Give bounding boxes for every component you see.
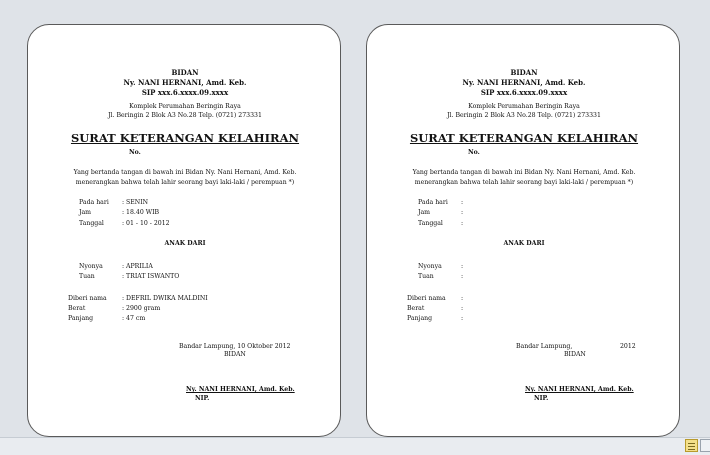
header-role: BIDAN [171, 68, 199, 77]
header-address2: Jl. Beringin 2 Blok A3 No.28 Telp. (0721… [108, 112, 262, 119]
header-address1: Komplek Perumahan Beringin Raya [129, 103, 241, 110]
blank-tuan: : [461, 273, 464, 280]
anak-dari-heading: ANAK DARI [503, 240, 545, 247]
document-page-filled: BIDAN Ny. NANI HERNANI, Amd. Keb. SIP xx… [27, 24, 341, 437]
document-number-label: No. [468, 149, 480, 156]
place-date: Bandar Lampung, 10 Oktober 2012 [179, 343, 291, 350]
value-panjang: : 47 cm [122, 315, 146, 322]
label-pada-hari: Pada hari [418, 199, 448, 206]
value-tanggal: : 01 - 10 - 2012 [122, 220, 170, 227]
value-nyonya: : APRILIA [122, 263, 153, 270]
label-tanggal: Tanggal [79, 220, 104, 227]
document-page-blank: BIDAN Ny. NANI HERNANI, Amd. Keb. SIP xx… [366, 24, 680, 437]
intro-line-2: menerangkan bahwa telah lahir seorang ba… [75, 179, 295, 186]
signature-role: BIDAN [564, 351, 586, 358]
label-nyonya: Nyonya [79, 263, 103, 270]
header-sip: SIP xxx.6.xxxx.09.xxxx [141, 88, 229, 97]
header-role: BIDAN [510, 68, 538, 77]
blank-nyonya: : [461, 263, 464, 270]
print-layout-view-icon[interactable] [685, 439, 698, 452]
label-panjang: Panjang [68, 315, 94, 322]
value-pada-hari: : SENIN [122, 199, 149, 206]
header-address2: Jl. Beringin 2 Blok A3 No.28 Telp. (0721… [447, 112, 601, 119]
label-pada-hari: Pada hari [79, 199, 109, 206]
status-bar [0, 437, 710, 455]
document-title: SURAT KETERANGAN KELAHIRAN [409, 131, 639, 145]
value-tuan: : TRIAT ISWANTO [122, 273, 180, 280]
full-screen-reading-view-icon[interactable] [700, 439, 710, 452]
blank-panjang: : [461, 315, 464, 322]
value-jam: : 18.40 WIB [122, 209, 160, 216]
intro-line-2: menerangkan bahwa telah lahir seorang ba… [414, 179, 634, 186]
value-diberi-nama: : DEFRIL DWIKA MALDINI [122, 295, 208, 302]
anak-dari-heading: ANAK DARI [164, 240, 206, 247]
label-tuan: Tuan [79, 273, 95, 280]
label-jam: Jam [418, 209, 431, 216]
blank-tanggal: : [461, 220, 464, 227]
label-tanggal: Tanggal [418, 220, 443, 227]
year-label: 2012 [620, 343, 636, 350]
label-tuan: Tuan [418, 273, 434, 280]
signature-role: BIDAN [224, 351, 246, 358]
label-diberi-nama: Diberi nama [407, 295, 446, 302]
blank-jam: : [461, 209, 464, 216]
document-number-label: No. [129, 149, 141, 156]
value-berat: : 2900 gram [122, 305, 161, 312]
document-title: SURAT KETERANGAN KELAHIRAN [70, 131, 300, 145]
blank-berat: : [461, 305, 464, 312]
header-address1: Komplek Perumahan Beringin Raya [468, 103, 580, 110]
intro-line-1: Yang bertanda tangan di bawah ini Bidan … [412, 169, 636, 176]
signer-name: Ny. NANI HERNANI, Amd. Keb. [525, 386, 634, 393]
label-panjang: Panjang [407, 315, 433, 322]
blank-pada-hari: : [461, 199, 464, 206]
label-jam: Jam [79, 209, 92, 216]
signer-nip: NIP. [534, 395, 549, 402]
signer-name: Ny. NANI HERNANI, Amd. Keb. [186, 386, 295, 393]
header-sip: SIP xxx.6.xxxx.09.xxxx [480, 88, 568, 97]
label-nyonya: Nyonya [418, 263, 442, 270]
blank-diberi-nama: : [461, 295, 464, 302]
label-diberi-nama: Diberi nama [68, 295, 107, 302]
label-berat: Berat [407, 305, 425, 312]
header-name: Ny. NANI HERNANI, Amd. Keb. [123, 78, 247, 87]
header-name: Ny. NANI HERNANI, Amd. Keb. [462, 78, 586, 87]
signer-nip: NIP. [195, 395, 210, 402]
place-label: Bandar Lampung, [516, 343, 573, 350]
label-berat: Berat [68, 305, 86, 312]
intro-line-1: Yang bertanda tangan di bawah ini Bidan … [73, 169, 297, 176]
